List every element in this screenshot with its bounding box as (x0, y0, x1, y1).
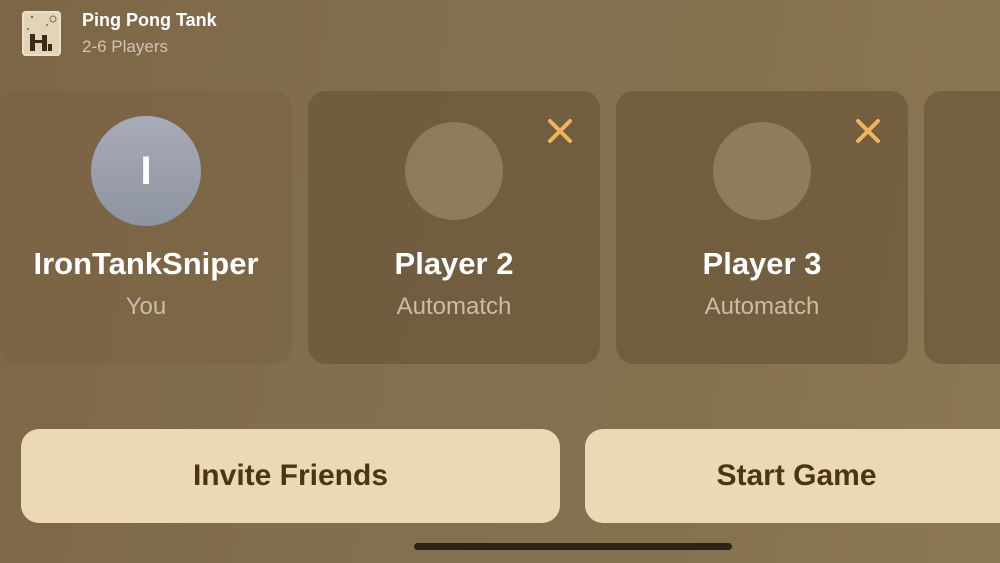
player-slots: I IronTankSniper You Player 2 Automatch … (0, 91, 1000, 364)
avatar-placeholder (405, 122, 503, 220)
player-status: You (125, 293, 167, 320)
remove-player-button[interactable] (546, 117, 574, 145)
start-game-button[interactable]: Start Game (585, 429, 1000, 523)
player-status: Automatch (396, 293, 512, 320)
game-header: Ping Pong Tank 2-6 Players (22, 10, 217, 57)
close-icon (856, 119, 880, 143)
player-name: Player 3 (702, 246, 822, 281)
avatar: I (91, 116, 201, 226)
home-indicator[interactable] (414, 543, 732, 550)
game-title: Ping Pong Tank (82, 10, 217, 30)
player-card-3: Player 3 Automatch (616, 91, 908, 364)
app-icon (22, 11, 61, 56)
player-count: 2-6 Players (82, 37, 168, 56)
start-game-label: Start Game (716, 459, 877, 492)
invite-friends-button[interactable]: Invite Friends (21, 429, 560, 523)
player-status: Automatch (704, 293, 820, 320)
player-card-4-partial[interactable] (924, 91, 1000, 364)
player-card-2: Player 2 Automatch (308, 91, 600, 364)
player-card-you: I IronTankSniper You (0, 91, 292, 364)
close-icon (548, 119, 572, 143)
player-name: IronTankSniper (33, 246, 259, 281)
avatar-initial: I (140, 149, 152, 193)
remove-player-button[interactable] (854, 117, 882, 145)
avatar-placeholder (713, 122, 811, 220)
player-name: Player 2 (394, 246, 514, 281)
